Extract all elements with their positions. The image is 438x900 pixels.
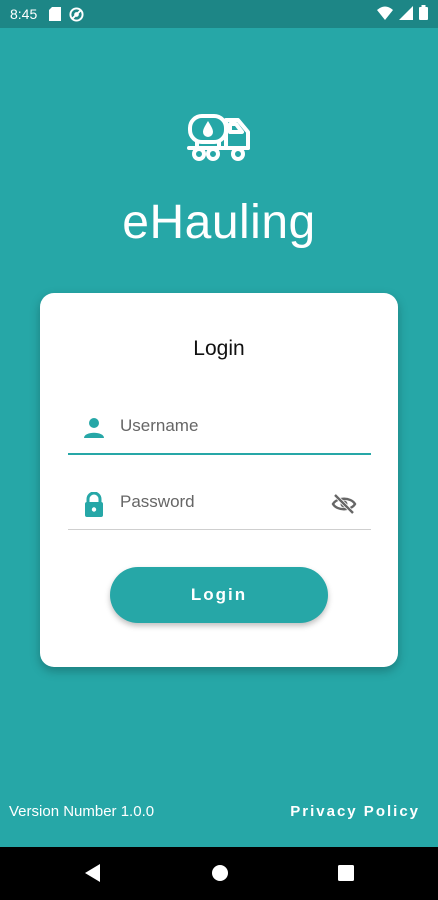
sd-card-icon (49, 7, 62, 21)
wifi-icon (377, 6, 393, 23)
navigation-bar (0, 847, 438, 900)
home-icon[interactable] (211, 863, 229, 888)
login-title: Login (193, 337, 245, 360)
login-button[interactable]: Login (110, 567, 328, 623)
tanker-truck-icon (185, 110, 255, 164)
app-title: eHauling (122, 196, 316, 249)
username-field[interactable] (68, 403, 371, 455)
recents-icon[interactable] (337, 863, 355, 888)
back-icon[interactable] (84, 863, 102, 888)
blocked-icon (69, 6, 84, 22)
password-field[interactable] (68, 479, 371, 530)
battery-icon (419, 5, 428, 23)
person-icon (82, 416, 106, 440)
lock-icon (82, 491, 106, 517)
status-bar: 8:45 (0, 0, 438, 28)
eye-off-icon[interactable] (331, 491, 357, 517)
username-input[interactable] (120, 411, 320, 441)
version-number: Version Number 1.0.0 (9, 803, 155, 820)
status-time: 8:45 (10, 6, 38, 22)
signal-icon (399, 5, 413, 23)
privacy-policy-link[interactable]: Privacy Policy (290, 803, 420, 820)
login-card: Login Login (40, 293, 398, 667)
password-input[interactable] (120, 487, 320, 517)
